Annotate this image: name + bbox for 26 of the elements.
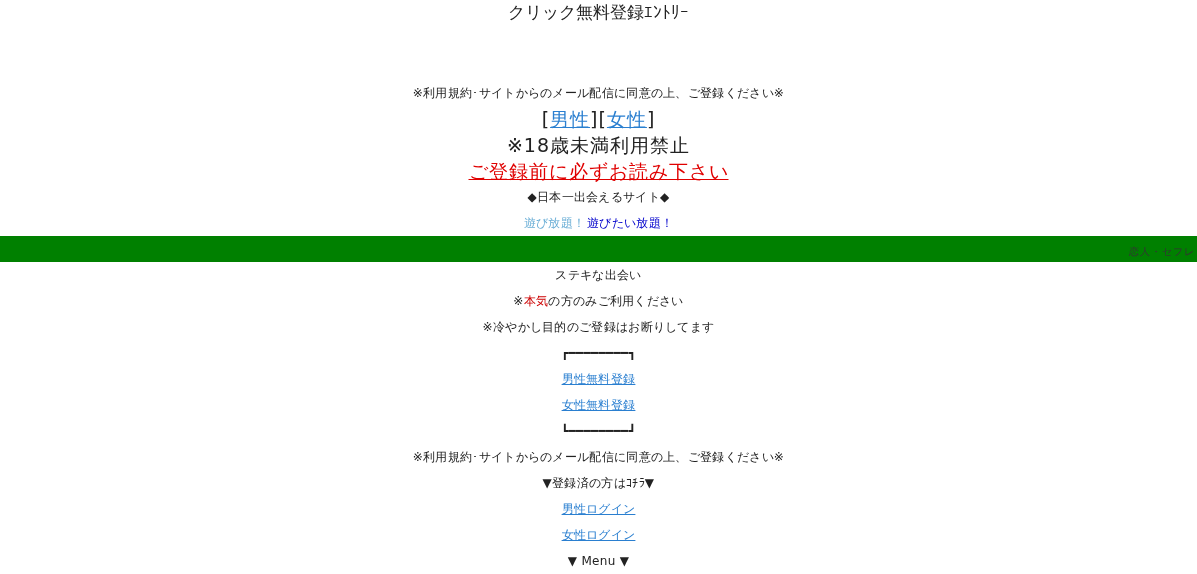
tease-notice: ※冷やかし目的のご登録はお断りしてます: [482, 319, 715, 336]
banner-text: 恋人・セフレ: [1129, 245, 1196, 259]
page-title: クリック無料登録ｴﾝﾄﾘｰ: [508, 2, 689, 22]
login-link[interactable]: 女性ログイン: [561, 528, 636, 542]
serious-notice: ※本気の方のみご利用ください: [513, 293, 684, 310]
bracket-line: ┗━━━━━━━━┛: [560, 422, 637, 440]
bracket-line: ┏━━━━━━━━┓: [560, 345, 637, 362]
intro-text: ステキな出会い: [555, 267, 642, 284]
tagline: ◆日本一出会えるサイト◆: [527, 189, 670, 206]
bracket-text: ]: [646, 107, 656, 132]
terms-notice: ※利用規約･サイトからのメール配信に同意の上、ご登録ください※: [412, 85, 785, 102]
bracket-text: ]: [590, 107, 599, 132]
read-first-link[interactable]: ご登録前に必ずお読み下さい: [468, 158, 729, 184]
register-link[interactable]: 女性無料登録: [561, 398, 636, 412]
gender-link[interactable]: 女性: [606, 108, 647, 130]
play-text: 遊びたい放題！: [587, 215, 674, 232]
register-link[interactable]: 男性無料登録: [561, 372, 636, 386]
login-link[interactable]: 男性ログイン: [561, 502, 636, 516]
play-text: 遊び放題！: [523, 215, 586, 232]
gender-link[interactable]: 男性: [550, 108, 591, 130]
age-notice: ※18歳未満利用禁止: [506, 133, 691, 158]
menu-heading: ▼ Menu ▼: [567, 553, 630, 570]
bracket-text: [: [541, 107, 551, 132]
terms-notice: ※利用規約･サイトからのメール配信に同意の上、ご登録ください※: [412, 449, 785, 466]
registered-heading: ▼登録済の方はｺﾁﾗ▼: [542, 475, 655, 492]
bracket-text: [: [598, 107, 607, 132]
